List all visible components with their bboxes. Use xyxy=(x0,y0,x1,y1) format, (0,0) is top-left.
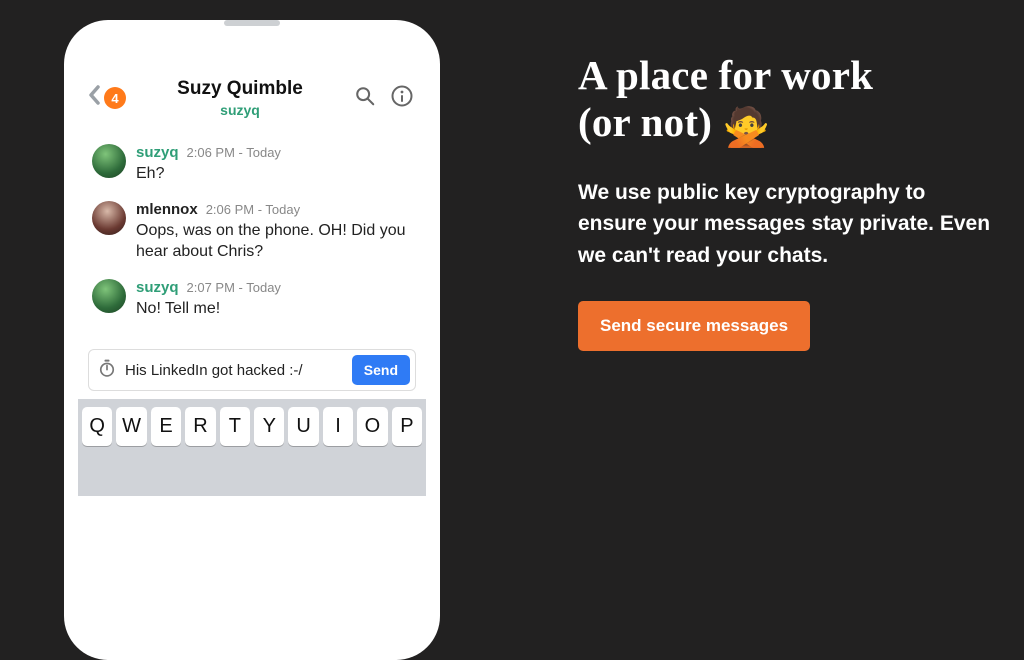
key-u[interactable]: U xyxy=(288,407,318,446)
key-r[interactable]: R xyxy=(185,407,215,446)
unread-badge: 4 xyxy=(104,87,126,109)
message-list[interactable]: suzyq 2:06 PM - Today Eh? mlennox 2:06 P… xyxy=(78,128,426,345)
chevron-left-icon xyxy=(86,84,102,113)
headline-line-1: A place for work xyxy=(578,52,873,98)
message-text: Eh? xyxy=(136,163,412,185)
cta-button[interactable]: Send secure messages xyxy=(578,301,810,351)
chat-title-block[interactable]: Suzy Quimble suzyq xyxy=(126,78,354,118)
keyboard-row: Q W E R T Y U I O P xyxy=(78,399,426,496)
header-actions xyxy=(354,84,414,113)
subheadline: We use public key cryptography to ensure… xyxy=(578,177,998,272)
message-text: No! Tell me! xyxy=(136,298,412,320)
message-text: Oops, was on the phone. OH! Did you hear… xyxy=(136,220,412,263)
message-item: mlennox 2:06 PM - Today Oops, was on the… xyxy=(92,201,412,263)
message-time: 2:06 PM - Today xyxy=(187,145,281,160)
key-o[interactable]: O xyxy=(357,407,387,446)
phone-mock: 4 Suzy Quimble suzyq xyxy=(64,20,440,660)
avatar[interactable] xyxy=(92,201,126,235)
chat-contact-handle: suzyq xyxy=(126,102,354,118)
info-icon[interactable] xyxy=(390,84,414,113)
send-button[interactable]: Send xyxy=(352,355,410,385)
message-item: suzyq 2:06 PM - Today Eh? xyxy=(92,144,412,185)
message-user[interactable]: mlennox xyxy=(136,201,198,218)
message-user[interactable]: suzyq xyxy=(136,279,179,296)
message-input[interactable]: His LinkedIn got hacked :-/ xyxy=(125,362,344,379)
key-i[interactable]: I xyxy=(323,407,353,446)
key-t[interactable]: T xyxy=(220,407,250,446)
phone-notch xyxy=(167,34,337,58)
message-item: suzyq 2:07 PM - Today No! Tell me! xyxy=(92,279,412,320)
back-button[interactable]: 4 xyxy=(86,84,126,113)
key-e[interactable]: E xyxy=(151,407,181,446)
message-time: 2:07 PM - Today xyxy=(187,280,281,295)
key-y[interactable]: Y xyxy=(254,407,284,446)
timer-icon[interactable] xyxy=(97,358,117,383)
phone-screen-frame: 4 Suzy Quimble suzyq xyxy=(78,34,426,660)
headline: A place for work (or not) 🙅 xyxy=(578,52,998,151)
message-time: 2:06 PM - Today xyxy=(206,202,300,217)
key-p[interactable]: P xyxy=(392,407,422,446)
avatar[interactable] xyxy=(92,144,126,178)
chat-screen: 4 Suzy Quimble suzyq xyxy=(78,34,426,660)
key-q[interactable]: Q xyxy=(82,407,112,446)
chat-contact-name: Suzy Quimble xyxy=(126,78,354,100)
avatar[interactable] xyxy=(92,279,126,313)
key-w[interactable]: W xyxy=(116,407,146,446)
headline-line-2: (or not) xyxy=(578,99,712,145)
search-icon[interactable] xyxy=(354,85,376,112)
phone-speaker xyxy=(224,20,280,26)
marketing-copy: A place for work (or not) 🙅 We use publi… xyxy=(578,52,998,351)
message-user[interactable]: suzyq xyxy=(136,144,179,161)
compose-row: His LinkedIn got hacked :-/ Send xyxy=(88,349,416,391)
no-gesture-emoji: 🙅 xyxy=(723,107,771,149)
